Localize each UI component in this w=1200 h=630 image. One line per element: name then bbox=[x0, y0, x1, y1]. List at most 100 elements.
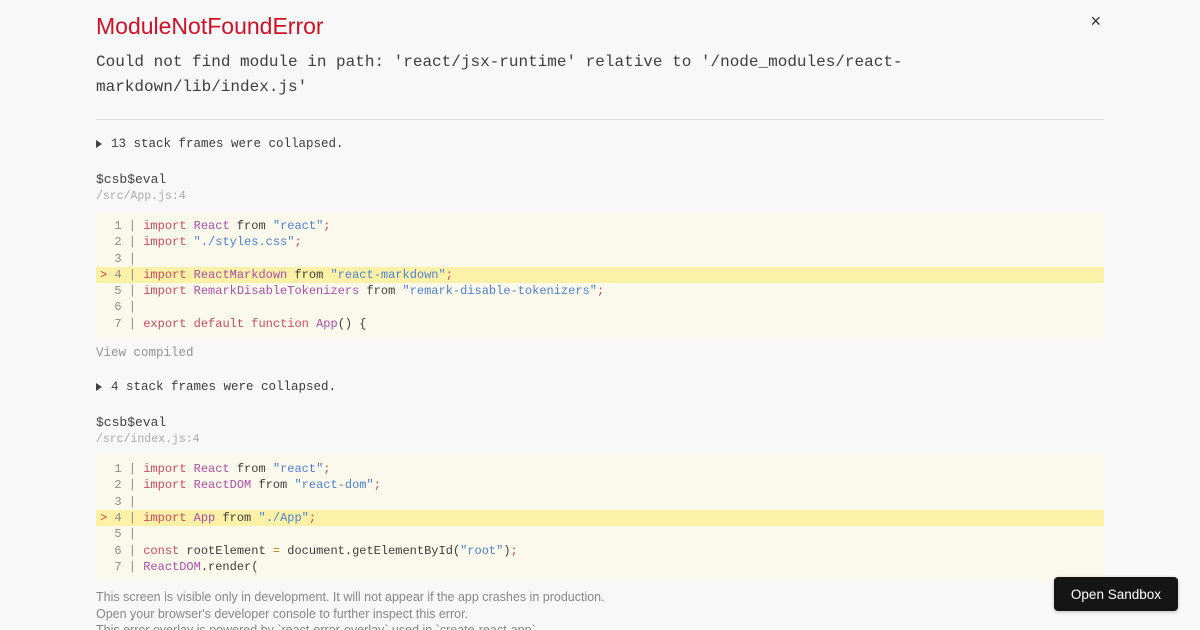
code-token: import bbox=[143, 267, 187, 282]
line-number: 6 | bbox=[114, 300, 144, 315]
code-token: ReactDOM bbox=[193, 478, 252, 493]
line-marker bbox=[100, 560, 114, 574]
code-token: App bbox=[193, 510, 216, 525]
code-token: document.getElementById( bbox=[280, 543, 461, 558]
line-number: 3 | bbox=[114, 494, 144, 509]
line-number: 7 | bbox=[114, 316, 144, 331]
code-line: 7 | export default function App() { bbox=[96, 316, 1104, 332]
code-token: ; bbox=[323, 219, 331, 233]
open-sandbox-button[interactable]: Open Sandbox bbox=[1053, 577, 1178, 611]
code-token: import bbox=[143, 462, 187, 477]
code-token: from bbox=[229, 462, 273, 477]
code-token: ; bbox=[596, 284, 605, 299]
code-token: ; bbox=[445, 267, 453, 282]
line-marker bbox=[100, 235, 114, 249]
footer-notes: This screen is visible only in developme… bbox=[96, 589, 1104, 630]
error-overlay: ModuleNotFoundError × Could not find mod… bbox=[0, 0, 1200, 630]
code-token: default bbox=[193, 316, 245, 331]
collapse-triangle-icon bbox=[96, 140, 102, 148]
code-token: "./App" bbox=[258, 510, 309, 525]
collapse-toggle[interactable]: 13 stack frames were collapsed. bbox=[96, 137, 1104, 151]
code-token: "react-dom" bbox=[294, 478, 374, 493]
footer-note-development: This screen is visible only in developme… bbox=[96, 590, 605, 605]
line-marker bbox=[100, 544, 114, 558]
code-token: "root" bbox=[460, 543, 504, 558]
code-token: from bbox=[287, 267, 331, 282]
code-token: ; bbox=[373, 478, 381, 493]
code-line: 1 | import React from "react"; bbox=[96, 461, 1104, 477]
line-marker bbox=[100, 317, 114, 331]
code-line: 5 | import RemarkDisableTokenizers from … bbox=[96, 283, 1104, 299]
footer-note-console: Open your browser's developer console to… bbox=[96, 606, 469, 621]
code-line-highlighted: > 4 | import ReactMarkdown from "react-m… bbox=[96, 266, 1104, 284]
code-token: from bbox=[251, 478, 295, 493]
code-token: RemarkDisableTokenizers bbox=[193, 284, 360, 299]
code-token: import bbox=[143, 478, 187, 493]
close-button[interactable]: × bbox=[1090, 12, 1101, 30]
code-token: "react" bbox=[272, 462, 324, 477]
collapse-toggle[interactable]: 4 stack frames were collapsed. bbox=[96, 380, 1104, 394]
code-token: ReactMarkdown bbox=[193, 267, 288, 282]
line-marker bbox=[100, 478, 114, 492]
code-token: App bbox=[316, 316, 338, 331]
code-line: 6 | const rootElement = document.getElem… bbox=[96, 543, 1104, 559]
line-marker: > bbox=[100, 510, 115, 525]
code-token: const bbox=[143, 543, 180, 558]
code-line: 2 | import "./styles.css"; bbox=[96, 234, 1104, 250]
line-marker bbox=[100, 284, 114, 298]
line-number: 4 | bbox=[114, 510, 144, 525]
code-token: from bbox=[359, 284, 403, 299]
collapse-triangle-icon bbox=[96, 383, 102, 392]
code-line: 3 | bbox=[96, 251, 1104, 267]
code-line: 3 | bbox=[96, 494, 1104, 510]
code-token: = bbox=[272, 543, 281, 558]
code-token: ReactDOM bbox=[143, 559, 201, 574]
line-number: 4 | bbox=[114, 267, 144, 282]
code-line: 2 | import ReactDOM from "react-dom"; bbox=[96, 477, 1104, 493]
stack-frame: 4 stack frames were collapsed. $csb$eval /… bbox=[96, 380, 1104, 582]
code-token: rootElement bbox=[179, 543, 273, 558]
code-token: .render( bbox=[200, 559, 259, 574]
frame-file-link[interactable]: /src/App.js:4 bbox=[96, 190, 1104, 203]
frame-function-name: $csb$eval bbox=[96, 415, 167, 431]
code-line: 6 | bbox=[96, 299, 1104, 315]
line-number: 5 | bbox=[114, 527, 144, 542]
line-marker bbox=[100, 219, 114, 233]
line-marker: > bbox=[100, 267, 115, 282]
stack-frame: 13 stack frames were collapsed. $csb$eval… bbox=[96, 137, 1104, 361]
line-number: 3 | bbox=[114, 251, 144, 266]
code-token: React bbox=[193, 219, 230, 233]
line-marker bbox=[100, 495, 114, 509]
code-line-highlighted: > 4 | import App from "./App"; bbox=[96, 509, 1104, 527]
code-line: 7 | ReactDOM.render( bbox=[96, 559, 1104, 575]
code-token: "react" bbox=[272, 219, 324, 233]
code-token: "react-markdown" bbox=[330, 267, 446, 282]
code-token: "remark-disable-tokenizers" bbox=[402, 284, 597, 299]
line-marker bbox=[100, 252, 114, 266]
divider bbox=[96, 119, 1104, 120]
code-token: function bbox=[251, 316, 309, 331]
error-title: ModuleNotFoundError bbox=[96, 13, 324, 39]
code-token: ) bbox=[503, 543, 511, 558]
code-token: ; bbox=[323, 462, 331, 477]
line-number: 5 | bbox=[114, 284, 144, 299]
frame-file-link[interactable]: /src/index.js:4 bbox=[96, 433, 1104, 446]
code-line: 5 | bbox=[96, 526, 1104, 542]
code-token: () { bbox=[337, 316, 367, 331]
code-token: import bbox=[143, 284, 187, 299]
code-block: 1 | import React from "react"; 2 | impor… bbox=[96, 212, 1104, 339]
view-compiled-link[interactable]: View compiled bbox=[96, 346, 194, 360]
code-token: ; bbox=[510, 543, 518, 558]
error-message: Could not find module in path: 'react/js… bbox=[96, 53, 903, 96]
collapse-label: 13 stack frames were collapsed. bbox=[111, 137, 344, 151]
line-marker bbox=[100, 300, 114, 314]
stack-frames-container: 13 stack frames were collapsed. $csb$eval… bbox=[96, 137, 1104, 582]
